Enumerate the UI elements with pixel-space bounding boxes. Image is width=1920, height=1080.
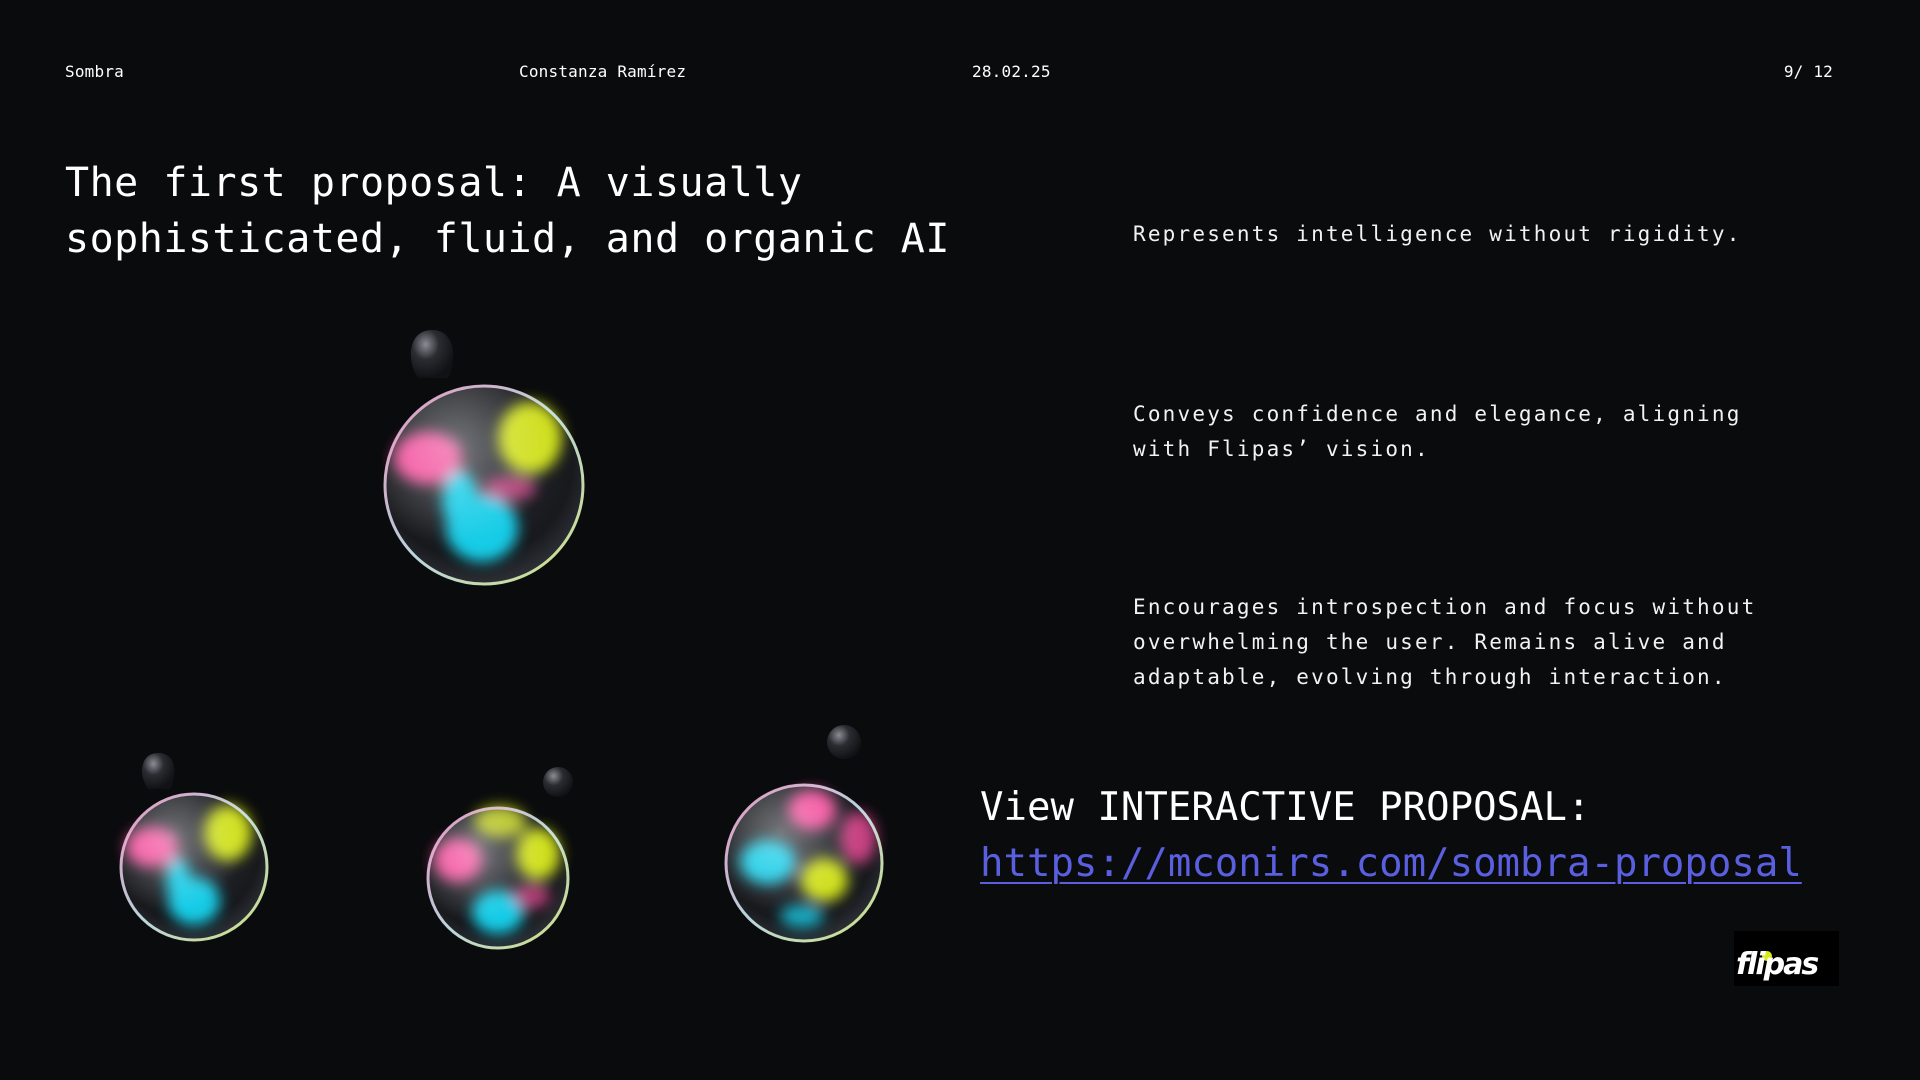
point-intelligence: Represents intelligence without rigidity… [1133,222,1742,246]
presentation-date: 28.02.25 [972,62,1051,81]
page-indicator: 9/ 12 [1783,62,1833,81]
orb-right-with-satellite [724,725,884,943]
point-confidence: Conveys confidence and elegance, alignin… [1133,402,1742,461]
logo-wordmark: flipas [1736,947,1819,982]
orb-small-with-tail [119,753,269,942]
proposal-link[interactable]: https://mconirs.com/sombra-proposal [980,836,1860,892]
slide-title: The first proposal: A visually sophistic… [65,160,950,262]
orb-large-with-tail [383,330,585,586]
presentation-brand: Sombra [65,62,124,81]
point-introspection: Encourages introspection and focus witho… [1133,595,1757,689]
cta-label: View INTERACTIVE PROPOSAL: [980,785,1591,830]
orb-middle-with-satellite [426,767,573,950]
flipas-logo: flipas [1734,931,1839,986]
interactive-proposal-cta: View INTERACTIVE PROPOSAL: https://mconi… [980,780,1860,892]
author-name: Constanza Ramírez [519,62,687,81]
